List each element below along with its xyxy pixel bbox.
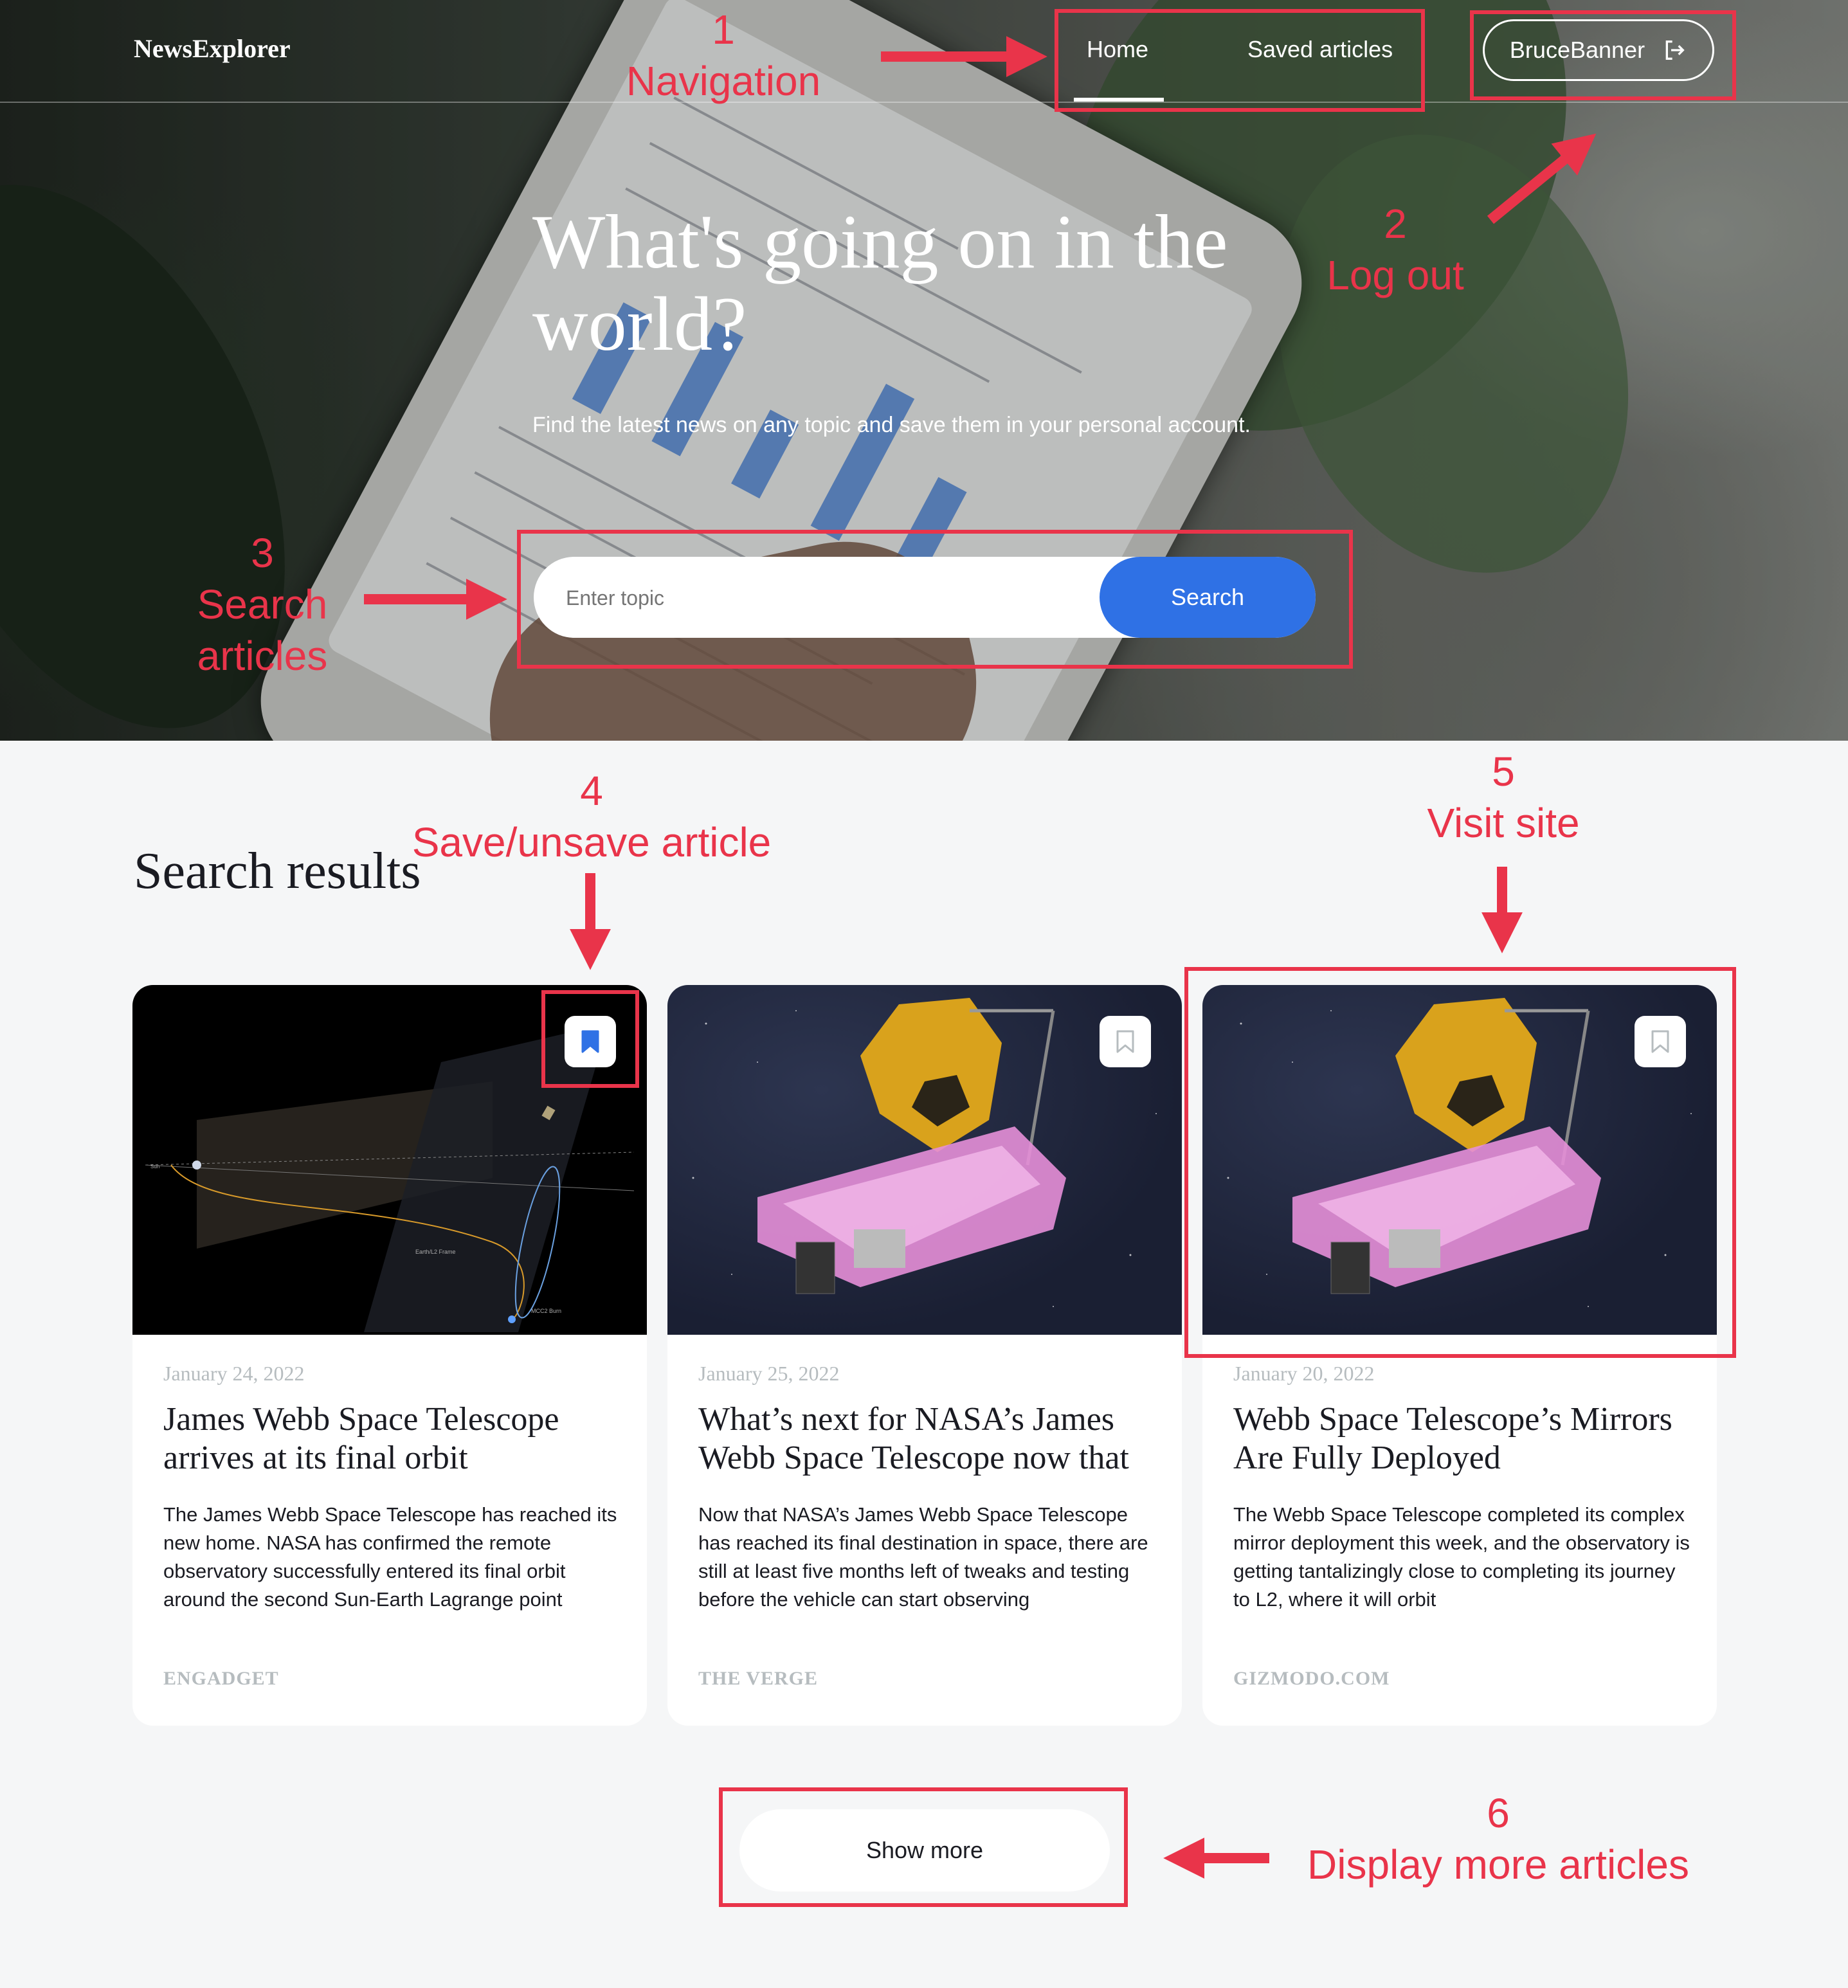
annotation-arrows [364,36,1597,1879]
arrow-logout [1487,133,1597,224]
